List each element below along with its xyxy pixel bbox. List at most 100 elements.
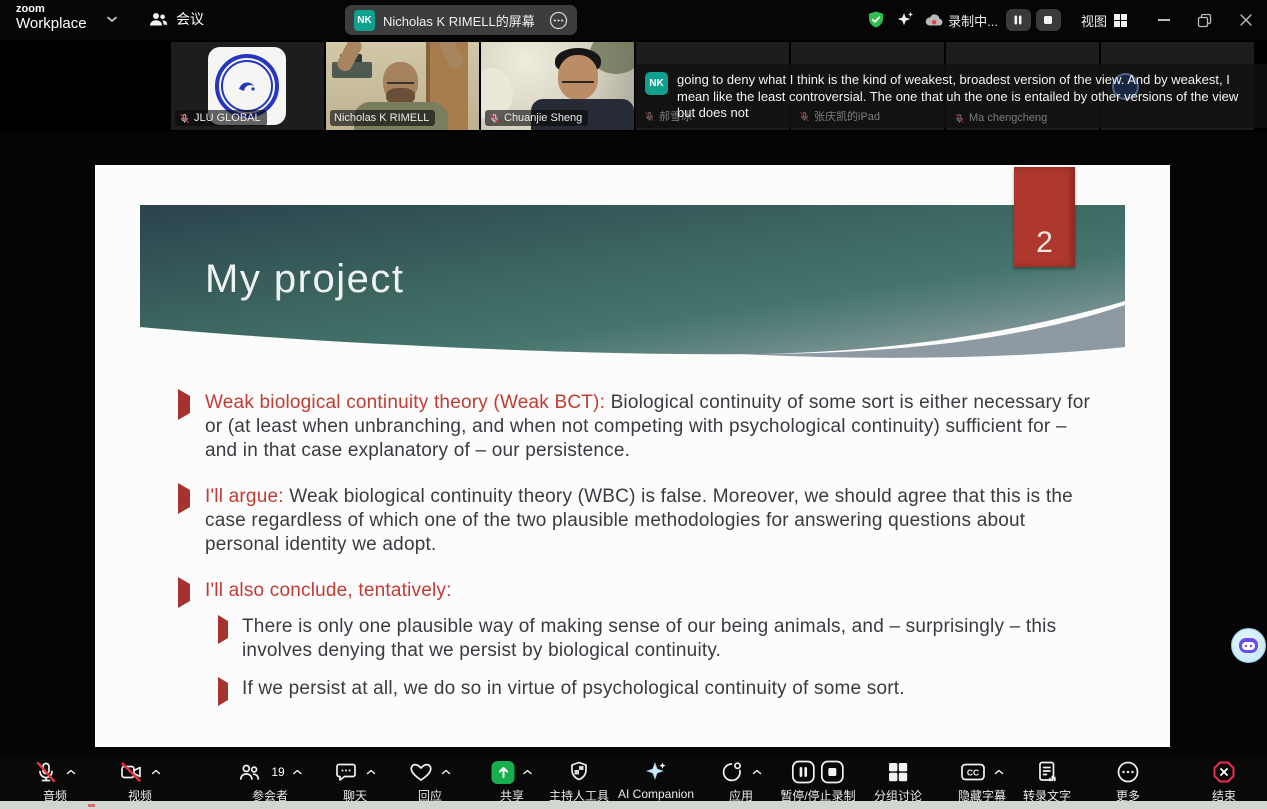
chevron-up-icon[interactable] [752,769,762,775]
record-controls: 暂停/停止录制 [780,760,855,804]
shared-screen-area: My project 2 Weak biological continuity … [0,132,1267,755]
logo-inner-ring [221,60,273,112]
share-screen-button[interactable]: 共享 [492,760,533,804]
slide-bullet-list: Weak biological continuity theory (Weak … [178,391,1100,715]
transcript-icon [1035,760,1059,784]
chevron-up-icon[interactable] [151,769,161,775]
bullet-arrow-icon [218,677,242,701]
ai-companion-label: AI Companion [618,787,694,801]
top-bar-right-cluster: 录制中... 视图 [866,0,1257,40]
participant-tile-jlu-global[interactable]: JLU GLOBAL [171,42,324,130]
audio-button[interactable]: 音频 [34,760,76,804]
participant-name-label: 张庆凯的iPad [795,106,886,126]
minimize-icon[interactable] [1158,19,1170,21]
slide-title: My project [205,257,405,302]
zoom-meeting-window: zoom Workplace 会议 NK Nicholas K RIMELL的屏… [0,0,1267,809]
reactions-button[interactable]: 回应 [409,760,451,804]
participants-icon [237,760,261,784]
view-grid-icon[interactable] [1113,13,1128,28]
robot-face-icon [1238,637,1259,654]
shield-icon [567,760,591,784]
participants-button[interactable]: 19 参会者 [237,760,302,804]
stop-recording-button[interactable] [1036,9,1061,31]
meeting-tab-label: 会议 [176,9,204,29]
end-meeting-button[interactable]: 结束 [1212,760,1236,804]
participant-tile-chuanjie[interactable]: Chuanjie Sheng [481,42,634,130]
participant-name: 张庆凯的iPad [814,108,880,124]
participant-tile-nicholas[interactable]: Nicholas K RIMELL [326,42,479,130]
cloud-recording-icon [924,12,944,28]
sub-bullet-one-way: There is only one plausible way of makin… [218,615,1100,663]
breakout-grid-icon [886,760,910,784]
participant-name: Nicholas K RIMELL [334,112,429,124]
chevron-up-icon[interactable] [441,769,451,775]
transcript-button[interactable]: 转录文字 [1023,760,1071,804]
captions-button[interactable]: CC 隐藏字幕 [958,760,1006,804]
bullet-lead: Weak biological continuity theory (Weak … [205,392,605,413]
ai-sparkle-icon[interactable] [895,10,915,30]
bullet-weak-bct: Weak biological continuity theory (Weak … [178,391,1100,463]
participant-name-label: JLU GLOBAL [175,110,267,126]
view-button-label[interactable]: 视图 [1081,11,1107,30]
chat-button[interactable]: 聊天 [334,760,376,804]
chevron-down-icon[interactable] [106,15,118,23]
chevron-up-icon[interactable] [66,769,76,775]
more-ellipsis-icon [1116,760,1140,784]
share-screen-icon [492,761,515,784]
breakout-rooms-button[interactable]: 分组讨论 [874,760,922,804]
tab-meeting[interactable]: 会议 [148,9,204,29]
bullet-body: If we persist at all, we do so in virtue… [242,677,905,701]
participant-name-label: 郝雪冰 [640,106,698,126]
ellipsis-icon[interactable] [549,11,568,30]
photo-shape [387,77,414,84]
apps-icon [720,760,744,784]
sub-bullet-psych-continuity: If we persist at all, we do so in virtue… [218,677,1100,701]
avatar: NK [354,10,375,31]
desktop-edge-strip [0,801,1267,809]
chevron-up-icon[interactable] [523,769,533,775]
bullet-arrow-icon [178,485,205,557]
participant-name: 郝雪冰 [659,108,692,124]
video-button[interactable]: 视频 [119,760,161,804]
chevron-up-icon[interactable] [994,769,1004,775]
closed-captions-icon: CC [960,760,986,784]
screen-share-pill[interactable]: NK Nicholas K RIMELL的屏幕 [345,5,577,35]
host-tools-button[interactable]: 主持人工具 [549,760,609,804]
pause-recording-icon[interactable] [792,760,816,784]
window-controls [1158,13,1253,28]
bullet-conclude: I'll also conclude, tentatively: [178,579,1100,603]
microphone-muted-icon [34,760,58,784]
svg-text:CC: CC [967,768,979,778]
bullet-lead: I'll argue: [205,486,284,507]
meeting-people-icon [148,10,168,28]
top-bar: zoom Workplace 会议 NK Nicholas K RIMELL的屏… [0,0,1267,40]
heart-icon [409,760,433,784]
end-octagon-icon [1212,760,1236,784]
participant-name-label: Nicholas K RIMELL [330,110,435,126]
chevron-up-icon[interactable] [293,769,303,775]
participant-name: JLU GLOBAL [194,112,261,124]
bullet-lead: I'll also conclude, tentatively: [205,580,452,601]
security-shield-icon[interactable] [866,10,886,30]
participant-name-label: Ma chengcheng [950,110,1053,126]
participant-name: Chuanjie Sheng [504,112,582,124]
stop-recording-icon[interactable] [821,760,845,784]
zoom-workplace-logo: zoom Workplace [16,4,87,31]
bullet-body: Weak biological continuity theory (WBC) … [205,486,1073,555]
taskbar-peek-mark [88,804,95,807]
pause-recording-button[interactable] [1006,9,1031,31]
restore-icon[interactable] [1197,13,1212,28]
meeting-toolbar: 音频 视频 19 参会者 聊天 [0,755,1267,801]
recording-status-text: 录制中... [948,11,998,30]
ai-companion-button[interactable]: AI Companion [618,760,694,801]
video-thumbnail-strip: JLU GLOBAL Nicholas K RIMELL [0,40,1267,132]
slide-page-number: 2 [1014,167,1075,267]
apps-button[interactable]: 应用 [720,760,762,804]
close-icon[interactable] [1239,13,1253,27]
presentation-slide: My project 2 Weak biological continuity … [95,165,1170,747]
ai-companion-bubble[interactable] [1231,628,1266,663]
camera-off-icon [119,760,143,784]
chevron-up-icon[interactable] [366,769,376,775]
slide-sub-bullets: There is only one plausible way of makin… [218,615,1100,701]
more-button[interactable]: 更多 [1116,760,1140,804]
